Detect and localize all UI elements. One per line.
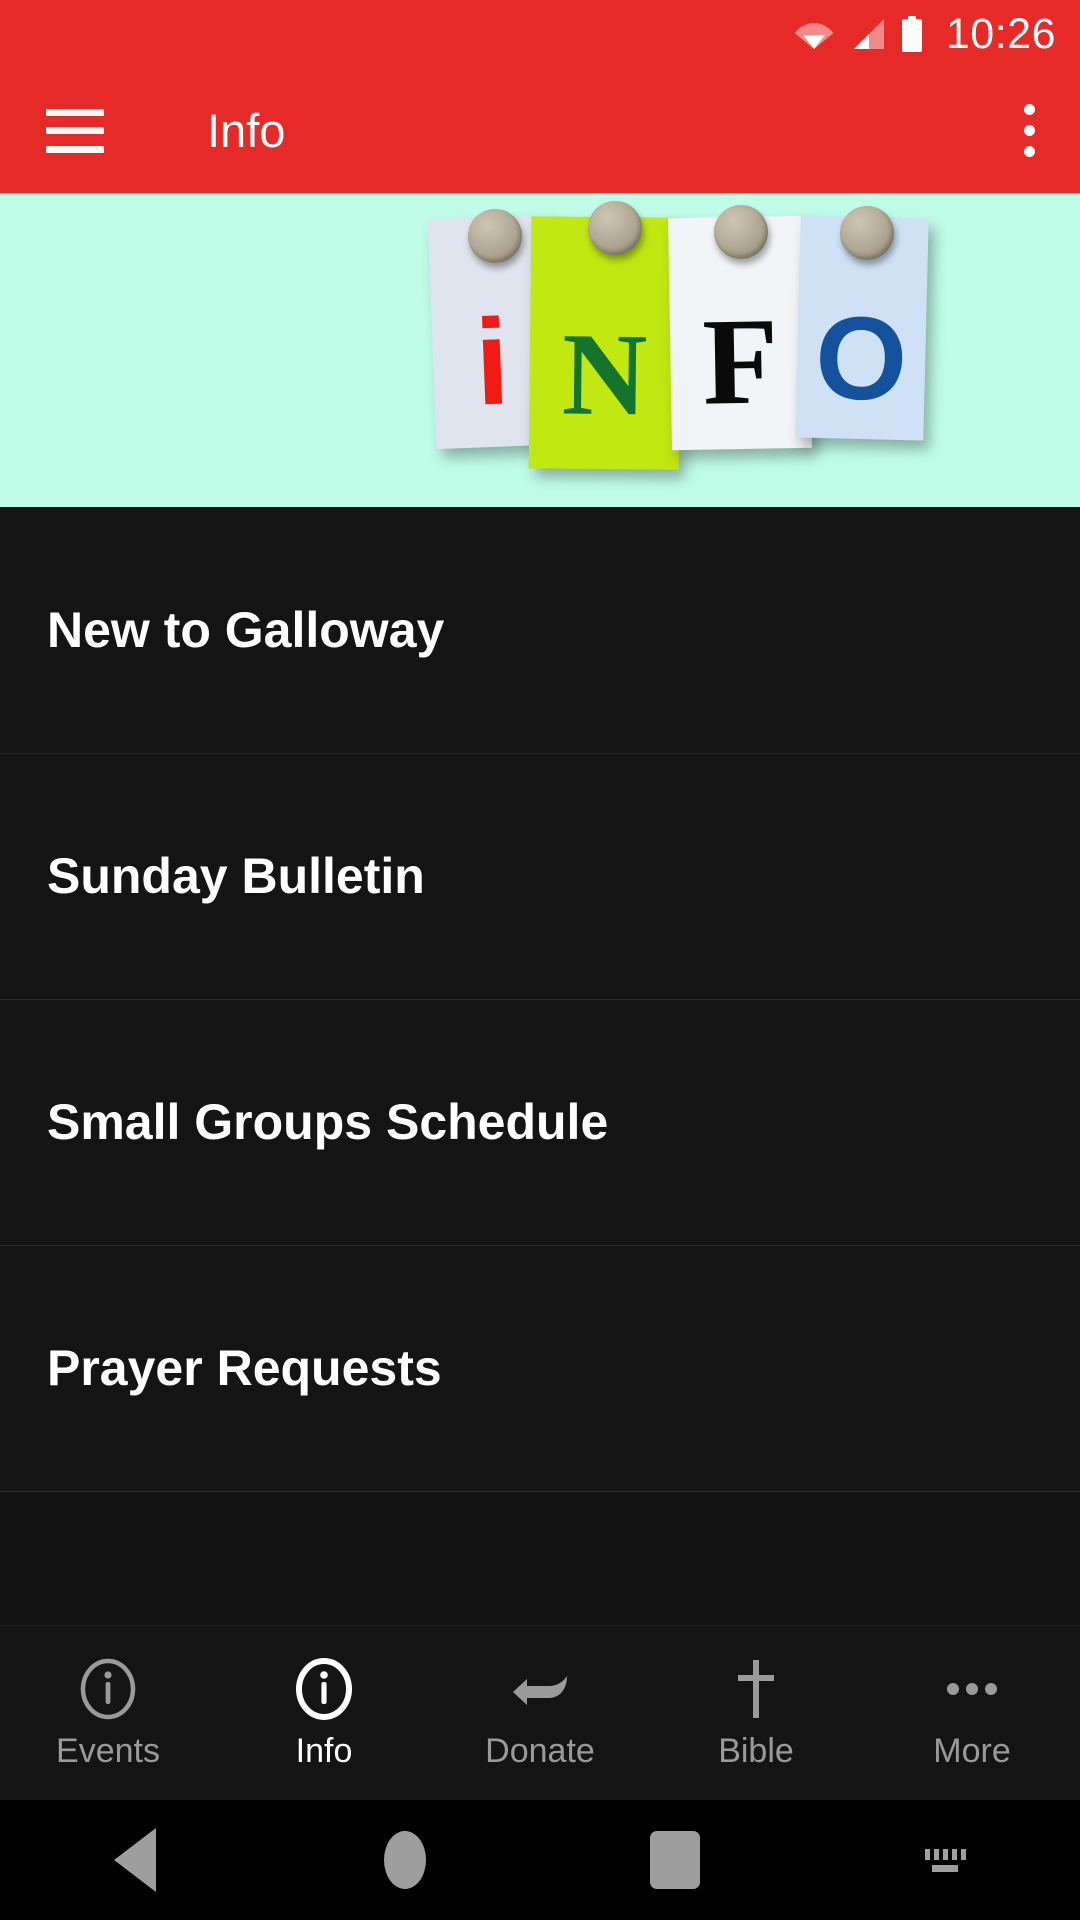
- magnet-icon: [840, 206, 894, 260]
- wifi-icon: [794, 18, 834, 50]
- recents-square-icon: [650, 1831, 700, 1889]
- list-item-label: Sunday Bulletin: [47, 848, 425, 904]
- keyboard-icon: [924, 1848, 966, 1872]
- recents-button[interactable]: [540, 1831, 810, 1889]
- info-circle-icon: [79, 1658, 137, 1720]
- bottom-tab-bar: Events Info Donate Bible More: [0, 1625, 1080, 1800]
- tab-label: Events: [56, 1732, 160, 1770]
- magnet-icon: [468, 209, 522, 263]
- list-item[interactable]: Prayer Requests: [0, 1246, 1080, 1492]
- list-item-label: Small Groups Schedule: [47, 1094, 609, 1150]
- magnet-icon: [714, 205, 768, 259]
- tab-events[interactable]: Events: [0, 1626, 216, 1800]
- status-bar: 10:26: [0, 0, 1080, 68]
- tab-bible[interactable]: Bible: [648, 1626, 864, 1800]
- tab-label: Info: [295, 1732, 353, 1770]
- tab-info[interactable]: Info: [216, 1626, 432, 1800]
- app-bar: Info: [0, 68, 1080, 193]
- tab-label: Donate: [485, 1732, 595, 1770]
- info-circle-icon: [295, 1658, 353, 1720]
- ellipsis-icon: [941, 1658, 1003, 1720]
- list-item[interactable]: New to Galloway: [0, 508, 1080, 754]
- overflow-menu-icon[interactable]: [1024, 104, 1035, 157]
- status-bar-clock: 10:26: [945, 9, 1056, 58]
- tab-label: Bible: [718, 1732, 794, 1770]
- list-item[interactable]: Small Groups Schedule: [0, 1000, 1080, 1246]
- home-button[interactable]: [270, 1831, 540, 1889]
- info-list: New to Galloway Sunday Bulletin Small Gr…: [0, 508, 1080, 1492]
- sticky-note-letter: i: [472, 293, 512, 431]
- back-triangle-icon: [114, 1828, 156, 1892]
- sticky-note-n: N: [528, 216, 682, 470]
- hamburger-menu-icon[interactable]: [46, 108, 104, 153]
- info-sticky-notes: i N F O: [420, 201, 1000, 470]
- sticky-note-letter: N: [561, 308, 648, 441]
- magnet-icon: [588, 201, 642, 255]
- tab-donate[interactable]: Donate: [432, 1626, 648, 1800]
- list-item-label: Prayer Requests: [47, 1340, 442, 1396]
- cellular-signal-icon: [848, 18, 886, 50]
- battery-icon: [900, 16, 924, 52]
- tab-label: More: [933, 1732, 1011, 1770]
- list-item[interactable]: Sunday Bulletin: [0, 754, 1080, 1000]
- app-screen: 10:26 Info i N F O New to Galloway Sunda…: [0, 0, 1080, 1920]
- page-title: Info: [207, 104, 286, 157]
- list-item-label: New to Galloway: [47, 602, 445, 658]
- cross-icon: [732, 1658, 780, 1720]
- home-circle-icon: [384, 1831, 426, 1889]
- sticky-note-letter: O: [813, 291, 909, 426]
- keyboard-indicator[interactable]: [810, 1848, 1080, 1872]
- hero-image: i N F O: [0, 193, 1080, 508]
- giving-hand-icon: [505, 1658, 575, 1720]
- back-button[interactable]: [0, 1828, 270, 1892]
- system-navigation-bar: [0, 1800, 1080, 1920]
- sticky-note-letter: F: [701, 292, 780, 431]
- tab-more[interactable]: More: [864, 1626, 1080, 1800]
